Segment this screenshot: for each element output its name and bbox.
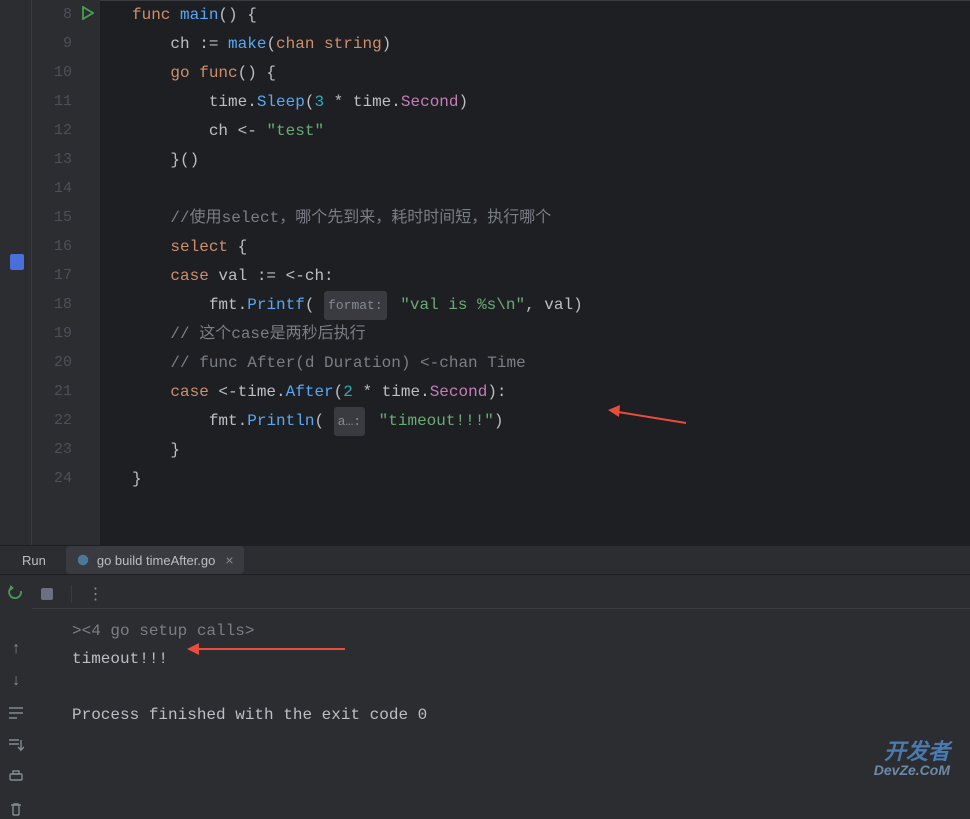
code-line[interactable]: case val := <-ch:: [132, 262, 970, 291]
console-toolbar: ⋮: [32, 579, 970, 609]
more-icon[interactable]: ⋮: [86, 584, 106, 604]
run-side-toolbar: ↑ ↓: [0, 575, 32, 819]
line-number[interactable]: 19: [32, 319, 100, 348]
line-number[interactable]: 17: [32, 261, 100, 290]
rerun-icon[interactable]: [6, 583, 26, 603]
code-line[interactable]: time.Sleep(3 * time.Second): [132, 88, 970, 117]
exit-line: Process finished with the exit code 0: [72, 701, 962, 729]
line-number[interactable]: 8: [32, 0, 100, 29]
code-line[interactable]: fmt.Printf( format: "val is %s\n", val): [132, 291, 970, 320]
code-line[interactable]: case <-time.After(2 * time.Second):: [132, 378, 970, 407]
panel-tabs: Run go build timeAfter.go ×: [0, 546, 970, 575]
close-icon[interactable]: ×: [225, 552, 233, 568]
line-number[interactable]: 11: [32, 87, 100, 116]
line-number[interactable]: 24: [32, 464, 100, 493]
line-number[interactable]: 16: [32, 232, 100, 261]
line-number[interactable]: 20: [32, 348, 100, 377]
code-line[interactable]: [132, 175, 970, 204]
code-line[interactable]: func main() {: [132, 1, 970, 30]
code-line[interactable]: }: [132, 436, 970, 465]
build-config-tab[interactable]: go build timeAfter.go ×: [66, 546, 244, 574]
line-number[interactable]: 18: [32, 290, 100, 319]
soft-wrap-icon[interactable]: [6, 703, 26, 723]
run-gutter-icon[interactable]: [82, 6, 94, 25]
line-number[interactable]: 14: [32, 174, 100, 203]
code-area[interactable]: func main() { ch := make(chan string) go…: [100, 0, 970, 545]
trash-icon[interactable]: [6, 799, 26, 819]
down-arrow-icon[interactable]: ↓: [6, 671, 26, 691]
up-arrow-icon[interactable]: ↑: [6, 639, 26, 659]
line-number[interactable]: 9: [32, 29, 100, 58]
line-number[interactable]: 21: [32, 377, 100, 406]
watermark: 开发者 DevZe.CoM: [874, 741, 950, 777]
print-icon[interactable]: [6, 767, 26, 787]
code-line[interactable]: ch := make(chan string): [132, 30, 970, 59]
console-output[interactable]: ><4 go setup calls> timeout!!! Process f…: [32, 609, 970, 737]
gutter: 89101112131415161718192021222324: [32, 0, 100, 545]
code-line[interactable]: // func After(d Duration) <-chan Time: [132, 349, 970, 378]
left-tool-strip: [0, 0, 32, 545]
setup-calls-line: ><4 go setup calls>: [72, 617, 962, 645]
output-line: timeout!!!: [72, 645, 962, 673]
stop-icon[interactable]: [37, 584, 57, 604]
run-panel: Run go build timeAfter.go × ↑ ↓: [0, 545, 970, 795]
code-line[interactable]: go func() {: [132, 59, 970, 88]
code-line[interactable]: //使用select，哪个先到来，耗时时间短，执行哪个: [132, 204, 970, 233]
code-line[interactable]: ch <- "test": [132, 117, 970, 146]
blank-line: [72, 673, 962, 701]
code-line[interactable]: }(): [132, 146, 970, 175]
console-panel: ⋮ ><4 go setup calls> timeout!!! Process…: [32, 575, 970, 819]
line-number[interactable]: 23: [32, 435, 100, 464]
build-config-name: go build timeAfter.go: [97, 553, 216, 568]
line-number[interactable]: 15: [32, 203, 100, 232]
code-line[interactable]: }: [132, 465, 970, 494]
code-line[interactable]: select {: [132, 233, 970, 262]
editor-container: 89101112131415161718192021222324 func ma…: [0, 0, 970, 545]
line-number[interactable]: 12: [32, 116, 100, 145]
scroll-end-icon[interactable]: [6, 735, 26, 755]
breakpoint-marker[interactable]: [10, 254, 24, 270]
line-number[interactable]: 13: [32, 145, 100, 174]
line-number[interactable]: 10: [32, 58, 100, 87]
code-line[interactable]: fmt.Println( a…: "timeout!!!"): [132, 407, 970, 436]
line-number[interactable]: 22: [32, 406, 100, 435]
code-line[interactable]: // 这个case是两秒后执行: [132, 320, 970, 349]
go-icon: [76, 553, 90, 567]
run-tab-label[interactable]: Run: [10, 553, 58, 568]
